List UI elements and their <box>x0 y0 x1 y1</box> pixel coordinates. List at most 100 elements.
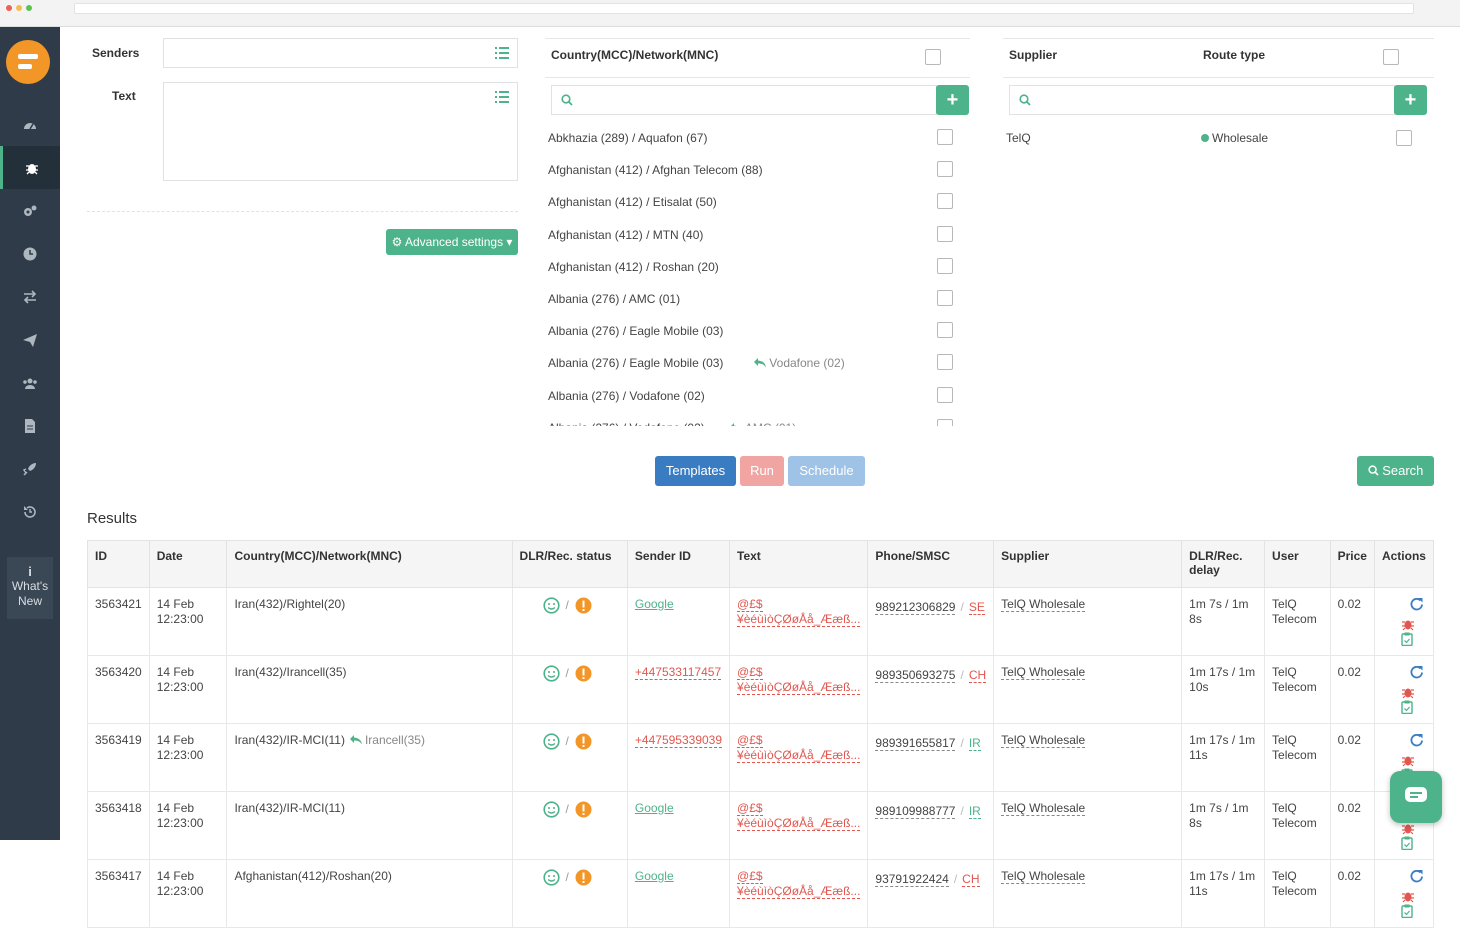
country-row[interactable]: Albania (276) / Eagle Mobile (03) <box>540 315 970 345</box>
country-row-checkbox[interactable] <box>937 386 953 403</box>
dashboard-icon[interactable] <box>0 103 60 146</box>
message-text[interactable]: @£$ ¥èéùìòÇØøÅå_Ææß... <box>737 665 861 695</box>
bug-icon[interactable] <box>1401 685 1415 699</box>
smsc-code[interactable]: CH <box>968 668 987 683</box>
text-textarea[interactable] <box>163 82 518 181</box>
exclamation-icon[interactable] <box>575 801 592 818</box>
phone-number[interactable]: 989212306829 <box>875 600 956 615</box>
supplier-value[interactable]: TelQ Wholesale <box>1001 597 1086 612</box>
country-row[interactable]: Afghanistan (412) / Afghan Telecom (88) <box>540 154 970 184</box>
column-header[interactable]: Phone/SMSC <box>867 540 995 588</box>
minimize-dot-icon[interactable] <box>16 5 22 11</box>
column-header[interactable]: Sender ID <box>626 540 731 588</box>
supplier-value[interactable]: TelQ Wholesale <box>1001 869 1086 884</box>
supplier-select-all-checkbox[interactable] <box>1383 49 1399 65</box>
sender-id[interactable]: +447595339039 <box>634 733 723 748</box>
history-icon[interactable] <box>0 490 60 533</box>
column-header[interactable]: ID <box>87 540 150 588</box>
country-row-checkbox[interactable] <box>937 354 953 371</box>
clipboard-icon[interactable] <box>1401 904 1413 919</box>
exclamation-icon[interactable] <box>575 665 592 682</box>
country-row[interactable]: Afghanistan (412) / MTN (40) <box>540 219 970 249</box>
column-header[interactable]: User <box>1264 540 1331 588</box>
templates-button[interactable]: Templates <box>655 456 736 486</box>
gears-icon[interactable] <box>0 189 60 232</box>
users-icon[interactable] <box>0 361 60 404</box>
country-row[interactable]: Afghanistan (412) / Etisalat (50) <box>540 186 970 216</box>
bug-icon[interactable] <box>1401 753 1415 767</box>
smile-icon[interactable] <box>542 665 560 682</box>
column-header[interactable]: DLR/Rec. status <box>511 540 628 588</box>
message-text[interactable]: @£$ ¥èéùìòÇØøÅå_Ææß... <box>737 733 861 763</box>
column-header[interactable]: Date <box>148 540 228 588</box>
smsc-code[interactable]: IR <box>968 736 981 751</box>
bug-icon[interactable] <box>1401 617 1415 631</box>
maximize-dot-icon[interactable] <box>26 5 32 11</box>
supplier-search-input[interactable] <box>1009 85 1395 115</box>
schedule-button[interactable]: Schedule <box>788 456 865 486</box>
country-row[interactable]: Afghanistan (412) / Roshan (20) <box>540 251 970 281</box>
country-row-checkbox[interactable] <box>937 225 953 242</box>
close-dot-icon[interactable] <box>6 5 12 11</box>
chat-button[interactable] <box>1390 771 1442 823</box>
exclamation-icon[interactable] <box>575 597 592 614</box>
smsc-code[interactable]: IR <box>968 804 981 819</box>
supplier-value[interactable]: TelQ Wholesale <box>1001 733 1086 748</box>
country-row-checkbox[interactable] <box>937 257 953 274</box>
refresh-icon[interactable] <box>1409 597 1425 613</box>
advanced-settings-button[interactable]: ⚙ Advanced settings ▾ <box>386 229 518 255</box>
phone-number[interactable]: 93791922424 <box>875 872 949 887</box>
column-header[interactable]: Supplier <box>993 540 1183 588</box>
sender-id[interactable]: +447533117457 <box>634 665 722 680</box>
supplier-value[interactable]: TelQ Wholesale <box>1001 801 1086 816</box>
country-row-checkbox[interactable] <box>937 193 953 210</box>
app-logo[interactable] <box>6 40 50 84</box>
sender-id[interactable]: Google <box>635 801 674 815</box>
smile-icon[interactable] <box>542 869 560 886</box>
list-icon[interactable] <box>495 47 509 59</box>
clock-icon[interactable] <box>0 232 60 275</box>
message-text[interactable]: @£$ ¥èéùìòÇØøÅå_Ææß... <box>737 869 861 899</box>
exclamation-icon[interactable] <box>575 733 592 750</box>
phone-number[interactable]: 989350693275 <box>875 668 956 683</box>
country-row[interactable]: Albania (276) / Vodafone (02) <box>540 380 970 410</box>
country-row[interactable]: Abkhazia (289) / Aquafon (67) <box>540 122 970 152</box>
supplier-value[interactable]: TelQ Wholesale <box>1001 665 1086 680</box>
clipboard-icon[interactable] <box>1401 632 1413 647</box>
supplier-row-checkbox[interactable] <box>1396 130 1412 146</box>
smile-icon[interactable] <box>542 733 560 750</box>
exchange-icon[interactable] <box>0 275 60 318</box>
country-row-checkbox[interactable] <box>937 322 953 339</box>
country-select-all-checkbox[interactable] <box>925 49 941 65</box>
country-row[interactable]: Albania (276) / AMC (01) <box>540 283 970 313</box>
clipboard-icon[interactable] <box>1401 700 1413 715</box>
phone-number[interactable]: 989109988777 <box>875 804 956 819</box>
clipboard-icon[interactable] <box>1401 836 1413 851</box>
message-text[interactable]: @£$ ¥èéùìòÇØøÅå_Ææß... <box>737 801 861 831</box>
country-row-checkbox[interactable] <box>937 161 953 178</box>
country-row-checkbox[interactable] <box>937 290 953 306</box>
file-icon[interactable] <box>0 404 60 447</box>
bug-icon[interactable] <box>0 146 60 189</box>
sender-id[interactable]: Google <box>635 869 674 883</box>
country-search-input[interactable] <box>551 85 937 115</box>
refresh-icon[interactable] <box>1409 665 1425 681</box>
send-icon[interactable] <box>0 318 60 361</box>
whats-new-button[interactable]: i What's New <box>7 557 53 619</box>
search-button[interactable]: Search <box>1357 456 1434 486</box>
refresh-icon[interactable] <box>1409 869 1425 885</box>
refresh-icon[interactable] <box>1409 733 1425 749</box>
country-row[interactable]: Albania (276) / Vodafone (02) AMC (01) <box>540 412 970 426</box>
list-icon[interactable] <box>495 91 509 103</box>
bug-icon[interactable] <box>1401 889 1415 903</box>
column-header[interactable]: Country(MCC)/Network(MNC) <box>226 540 513 588</box>
run-button[interactable]: Run <box>740 456 784 486</box>
column-header[interactable]: Price <box>1329 540 1375 588</box>
smsc-code[interactable]: CH <box>962 872 980 887</box>
column-header[interactable]: DLR/Rec. delay <box>1181 540 1266 588</box>
smile-icon[interactable] <box>542 597 560 614</box>
smile-icon[interactable] <box>542 801 560 818</box>
column-header[interactable]: Actions <box>1373 540 1435 588</box>
add-country-button[interactable]: + <box>936 85 969 115</box>
country-row-checkbox[interactable] <box>937 129 953 145</box>
